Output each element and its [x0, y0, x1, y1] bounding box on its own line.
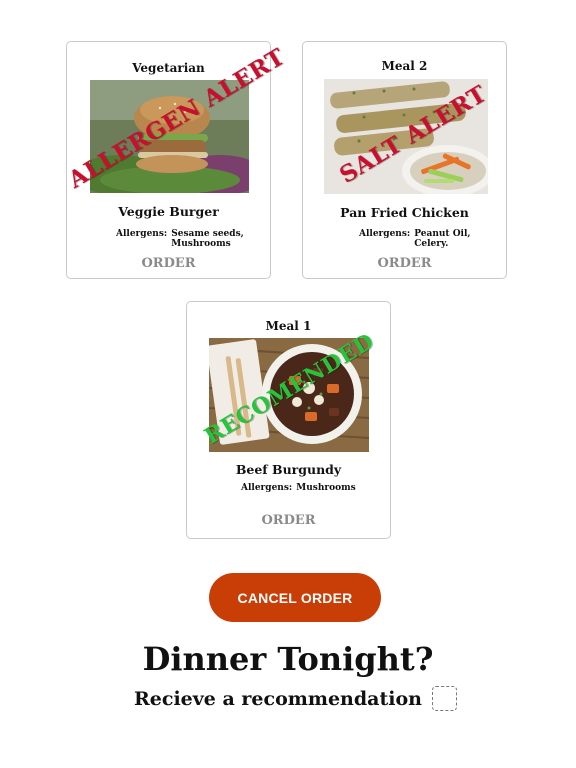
allergens-info: Allergens: Mushrooms — [241, 483, 356, 493]
recommendation-checkbox[interactable] — [431, 686, 457, 711]
card-category: Vegetarian — [132, 61, 205, 75]
allergens-value: Sesame seeds, Mushrooms — [171, 229, 244, 249]
meal-card-meal-1: Meal 1 RECOMENDED Beef Burgundy Allergen… — [186, 301, 391, 539]
allergens-value: Peanut Oil, Celery. — [414, 229, 471, 249]
card-category: Meal 1 — [265, 319, 312, 333]
cancel-order-button[interactable]: CANCEL ORDER — [209, 573, 381, 622]
order-button[interactable]: ORDER — [67, 256, 270, 271]
meal-card-vegetarian: Vegetarian ALLERGEN ALERT Veggie Burger … — [64, 41, 290, 279]
allergens-info: Allergens: Sesame seeds, Mushrooms — [116, 229, 244, 249]
page-title: Dinner Tonight? — [142, 640, 434, 678]
allergens-info: Allergens: Peanut Oil, Celery. — [359, 229, 471, 249]
veggie-burger-photo — [90, 80, 249, 193]
allergens-label: Allergens: — [359, 229, 411, 239]
recommendation-row: Recieve a recommendation — [134, 686, 457, 711]
meal-name: Veggie Burger — [118, 204, 219, 219]
allergens-label: Allergens: — [116, 229, 168, 239]
pan-fried-chicken-photo — [324, 79, 488, 194]
allergens-label: Allergens: — [241, 483, 293, 493]
order-button[interactable]: ORDER — [303, 256, 506, 271]
meal-name: Beef Burgundy — [235, 462, 342, 477]
recommendation-label: Recieve a recommendation — [134, 687, 422, 710]
allergens-value: Mushrooms — [296, 483, 356, 493]
order-button[interactable]: ORDER — [187, 513, 390, 528]
meal-name: Pan Fried Chicken — [340, 205, 469, 220]
card-category: Meal 2 — [381, 59, 428, 73]
meal-card-meal-2: Meal 2 SALT ALERT Pan Fried Chicken Alle… — [302, 41, 507, 279]
beef-burgundy-photo — [209, 338, 369, 452]
